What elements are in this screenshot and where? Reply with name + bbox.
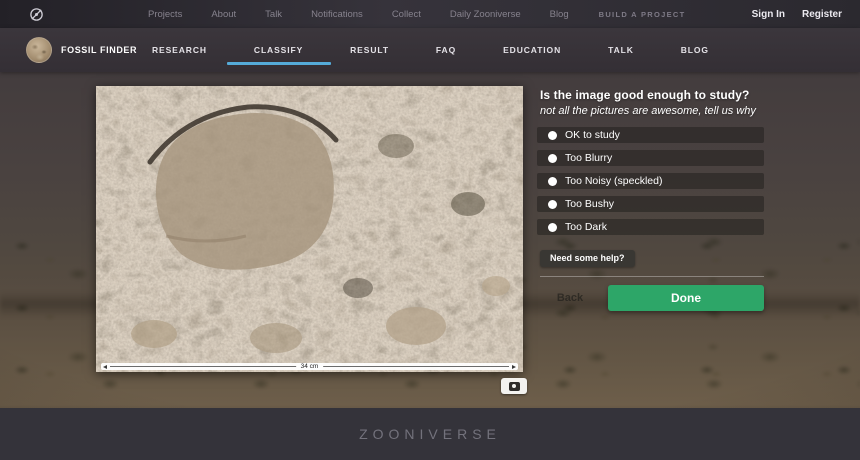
option-label: Too Blurry xyxy=(565,152,613,165)
project-tab[interactable]: EDUCATION xyxy=(503,28,561,72)
project-navigation: FOSSIL FINDER RESEARCH CLASSIFY RESULT FAQ E… xyxy=(0,28,860,72)
scale-label: 34 cm xyxy=(295,363,324,370)
topnav-link[interactable]: Collect xyxy=(392,9,421,20)
build-a-project-link[interactable]: BUILD A PROJECT xyxy=(599,10,686,19)
project-name: FOSSIL FINDER xyxy=(61,45,138,55)
radio-icon xyxy=(548,153,557,163)
task-option[interactable]: Too Blurry xyxy=(537,150,764,166)
project-tab[interactable]: RESEARCH xyxy=(152,28,207,72)
topnav-links: Projects About Talk Notifications Collect Dai… xyxy=(148,9,569,20)
task-options: OK to study Too Blurry Too Noisy (speckl… xyxy=(537,127,764,235)
task-option[interactable]: Too Dark xyxy=(537,219,764,235)
project-tab[interactable]: FAQ xyxy=(436,28,456,72)
topnav-link[interactable]: About xyxy=(211,9,236,20)
scale-arrow-left-icon xyxy=(103,364,107,369)
project-tab[interactable]: RESULT xyxy=(350,28,389,72)
help-button[interactable]: Need some help? xyxy=(540,250,635,267)
task-option[interactable]: Too Noisy (speckled) xyxy=(537,173,764,189)
topnav-link[interactable]: Daily Zooniverse xyxy=(450,9,521,20)
radio-icon xyxy=(548,199,557,209)
subject-image: 34 cm xyxy=(96,86,523,372)
topnav-link[interactable]: Blog xyxy=(550,9,569,20)
option-label: Too Bushy xyxy=(565,198,615,211)
pebbly-ground-photo xyxy=(96,86,523,372)
radio-icon xyxy=(548,176,557,186)
done-button[interactable]: Done xyxy=(608,285,764,311)
topnav-link[interactable]: Talk xyxy=(265,9,282,20)
radio-icon xyxy=(548,222,557,232)
zooniverse-brand: ZOONIVERSE xyxy=(359,426,501,442)
back-button[interactable]: Back xyxy=(540,292,600,304)
project-tab[interactable]: BLOG xyxy=(681,28,709,72)
topnav-link[interactable]: Notifications xyxy=(311,9,363,20)
camera-icon xyxy=(508,381,520,391)
task-panel: Is the image good enough to study? not a… xyxy=(537,88,764,311)
project-avatar[interactable] xyxy=(26,37,52,63)
scale-bar: 34 cm xyxy=(101,363,518,370)
task-hint: not all the pictures are awesome, tell u… xyxy=(540,105,756,117)
top-navigation: Projects About Talk Notifications Collect Dai… xyxy=(0,0,860,28)
footer: ZOONIVERSE xyxy=(0,408,860,460)
zooniverse-logo-icon[interactable] xyxy=(29,7,44,22)
project-tab[interactable]: CLASSIFY xyxy=(226,28,332,72)
register-link[interactable]: Register xyxy=(802,9,842,20)
task-actions: Back Done xyxy=(540,285,764,311)
option-label: Too Dark xyxy=(565,221,608,234)
sign-in-link[interactable]: Sign In xyxy=(752,9,785,20)
project-tabs: RESEARCH CLASSIFY RESULT FAQ EDUCATION TALK BL… xyxy=(152,28,756,72)
task-question: Is the image good enough to study? xyxy=(540,88,750,102)
scale-arrow-right-icon xyxy=(512,364,516,369)
project-tab[interactable]: TALK xyxy=(608,28,634,72)
page: Projects About Talk Notifications Collect Dai… xyxy=(0,0,860,460)
auth-links: Sign In Register xyxy=(752,9,842,20)
radio-icon xyxy=(548,130,557,140)
option-label: OK to study xyxy=(565,129,620,142)
option-label: Too Noisy (speckled) xyxy=(565,175,663,188)
task-option[interactable]: Too Bushy xyxy=(537,196,764,212)
topnav-link[interactable]: Projects xyxy=(148,9,182,20)
subject-metadata-button[interactable] xyxy=(501,378,527,394)
task-option[interactable]: OK to study xyxy=(537,127,764,143)
panel-divider xyxy=(540,276,764,277)
